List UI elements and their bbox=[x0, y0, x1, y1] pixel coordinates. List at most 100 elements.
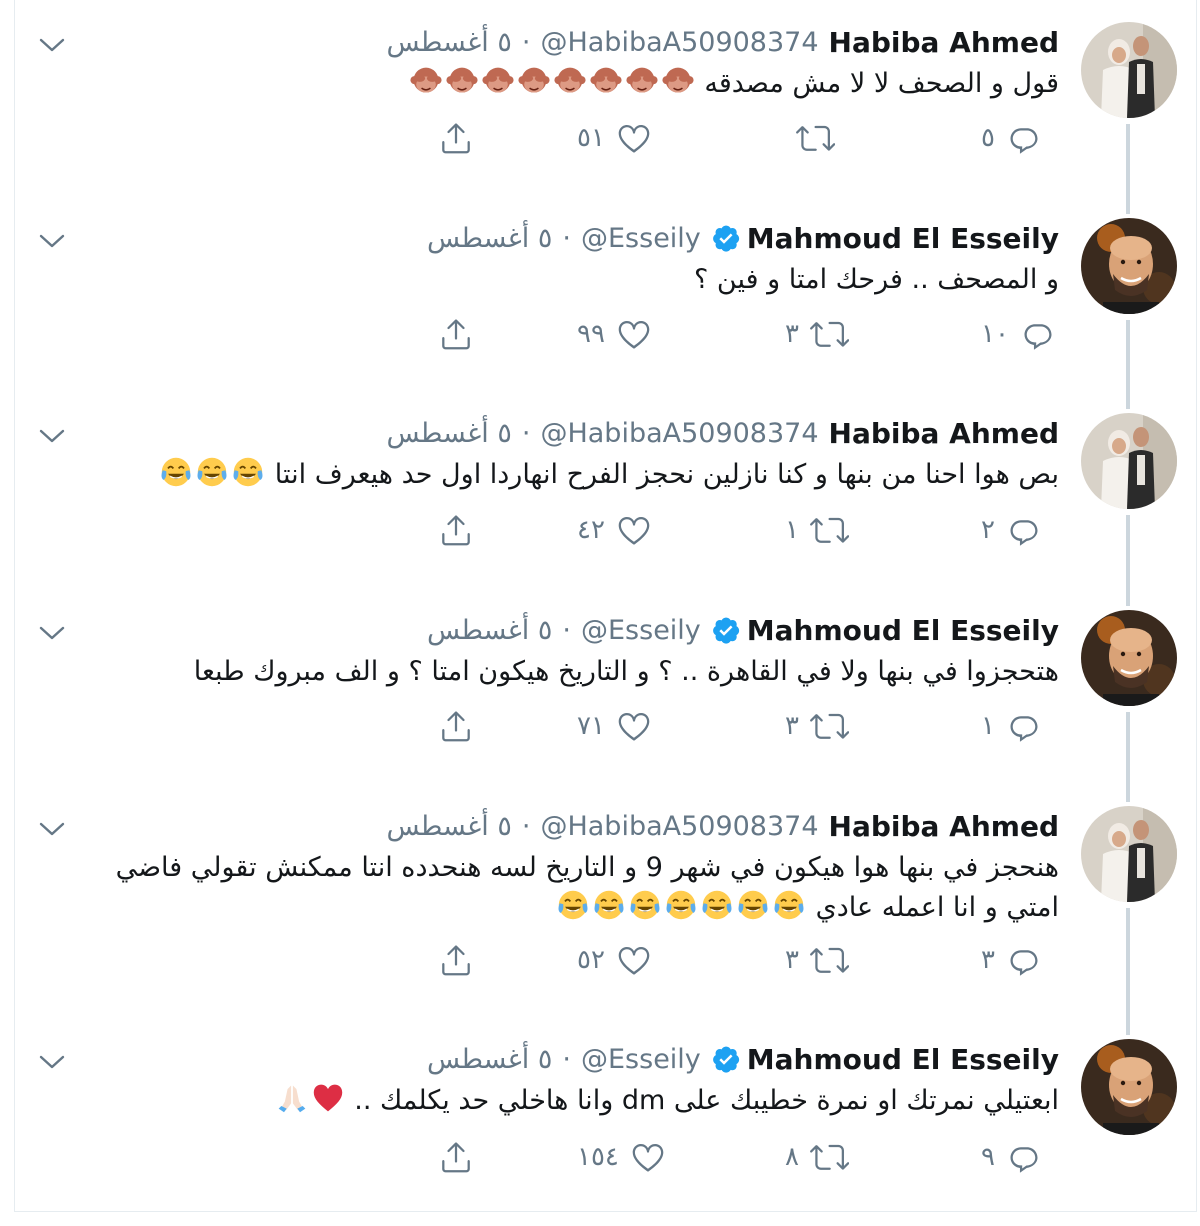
user-handle[interactable]: @Esseily bbox=[581, 615, 701, 646]
retweet-count: ١ bbox=[785, 515, 799, 545]
tears-of-joy-emoji bbox=[699, 890, 735, 923]
retweet-icon bbox=[809, 316, 849, 352]
share-button[interactable] bbox=[437, 510, 475, 550]
reply-button[interactable]: ٥ bbox=[981, 118, 1043, 158]
more-options-chevron-down-icon[interactable] bbox=[37, 421, 67, 451]
more-options-chevron-down-icon[interactable] bbox=[37, 618, 67, 648]
avatar-couple[interactable] bbox=[1081, 413, 1177, 509]
user-display-name[interactable]: Habiba Ahmed bbox=[829, 26, 1059, 59]
share-button[interactable] bbox=[437, 314, 475, 354]
tweet[interactable]: ٥ أغسطس · @HabibaA50908374 Habiba Ahmed بص ه… bbox=[15, 413, 1196, 554]
tweet-text: ابعتيلي نمرتك او نمرة خطيبك على dm وانا … bbox=[69, 1081, 1059, 1121]
see-no-evil-monkey-emoji bbox=[660, 67, 696, 99]
retweet-button[interactable]: ٣ bbox=[785, 940, 849, 980]
reply-button[interactable]: ٢ bbox=[981, 510, 1043, 550]
see-no-evil-monkey-emoji bbox=[444, 67, 480, 99]
tears-of-joy-emoji bbox=[735, 890, 771, 923]
user-handle[interactable]: @Esseily bbox=[581, 223, 701, 254]
retweet-icon bbox=[809, 1139, 849, 1175]
like-button[interactable]: ٤٢ bbox=[577, 510, 653, 550]
tears-of-joy-emoji bbox=[230, 457, 266, 490]
see-no-evil-monkey-emoji bbox=[480, 67, 516, 99]
retweet-button[interactable]: ٣ bbox=[785, 314, 849, 354]
like-button[interactable]: ٩٩ bbox=[577, 314, 653, 354]
like-button[interactable]: ١٥٤ bbox=[577, 1137, 667, 1177]
share-button[interactable] bbox=[437, 706, 475, 746]
tweet-date[interactable]: ٥ أغسطس bbox=[386, 418, 511, 449]
user-handle[interactable]: @HabibaA50908374 bbox=[540, 418, 818, 449]
avatar-man[interactable] bbox=[1081, 1039, 1177, 1135]
tears-of-joy-emoji bbox=[771, 890, 807, 923]
retweet-button[interactable]: ٨ bbox=[785, 1137, 849, 1177]
more-options-chevron-down-icon[interactable] bbox=[37, 30, 67, 60]
user-display-name[interactable]: Habiba Ahmed bbox=[829, 810, 1059, 843]
retweet-button[interactable]: ٣ bbox=[785, 706, 849, 746]
tweet[interactable]: ٥ أغسطس · @HabibaA50908374 Habiba Ahmed قول … bbox=[15, 22, 1196, 162]
user-handle[interactable]: @Esseily bbox=[581, 1044, 701, 1075]
avatar-man[interactable] bbox=[1081, 218, 1177, 314]
tweet[interactable]: ٥ أغسطس · @HabibaA50908374 Habiba Ahmed هنحج… bbox=[15, 806, 1196, 984]
tweet-date[interactable]: ٥ أغسطس bbox=[427, 223, 552, 254]
see-no-evil-monkey-emoji bbox=[624, 67, 660, 99]
tweet-actions: ٩ ٨ ١٥٤ bbox=[15, 1137, 1196, 1177]
reply-button[interactable]: ٣ bbox=[981, 940, 1043, 980]
reply-icon bbox=[1019, 316, 1057, 352]
like-count: ٤٢ bbox=[577, 515, 605, 545]
tweet[interactable]: ٥ أغسطس · @Esseily Mahmoud El Esseily ابعتيل… bbox=[15, 1039, 1196, 1181]
more-options-chevron-down-icon[interactable] bbox=[37, 814, 67, 844]
reply-button[interactable]: ١ bbox=[981, 706, 1043, 746]
like-count: ٩٩ bbox=[577, 319, 605, 349]
reply-button[interactable]: ٩ bbox=[981, 1137, 1043, 1177]
red-heart-emoji bbox=[310, 1084, 346, 1116]
tweet-date[interactable]: ٥ أغسطس bbox=[386, 811, 511, 842]
tweet[interactable]: ٥ أغسطس · @Esseily Mahmoud El Esseily و المص… bbox=[15, 218, 1196, 358]
avatar-couple[interactable] bbox=[1081, 806, 1177, 902]
tweet-date[interactable]: ٥ أغسطس bbox=[427, 1044, 552, 1075]
share-button[interactable] bbox=[437, 1137, 475, 1177]
tweet-header: ٥ أغسطس · @HabibaA50908374 Habiba Ahmed bbox=[386, 413, 1059, 453]
reply-button[interactable]: ١٠ bbox=[981, 314, 1057, 354]
tweet-actions: ٣ ٣ ٥٢ bbox=[15, 940, 1196, 980]
like-button[interactable]: ٥٢ bbox=[577, 940, 653, 980]
like-heart-icon bbox=[615, 708, 653, 744]
user-display-name[interactable]: Mahmoud El Esseily bbox=[747, 1043, 1059, 1076]
tweet-text-content: بص هوا احنا من بنها و كنا نازلين نحجز ال… bbox=[274, 459, 1059, 490]
reply-icon bbox=[1005, 512, 1043, 548]
user-handle[interactable]: @HabibaA50908374 bbox=[540, 27, 818, 58]
tweet-header: ٥ أغسطس · @Esseily Mahmoud El Esseily bbox=[427, 610, 1059, 650]
see-no-evil-monkey-emoji bbox=[552, 67, 588, 99]
reply-count: ٣ bbox=[981, 945, 995, 975]
retweet-count: ٣ bbox=[785, 711, 799, 741]
user-display-name[interactable]: Mahmoud El Esseily bbox=[747, 222, 1059, 255]
tweet-date[interactable]: ٥ أغسطس bbox=[427, 615, 552, 646]
reply-count: ٢ bbox=[981, 515, 995, 545]
more-options-chevron-down-icon[interactable] bbox=[37, 226, 67, 256]
share-button[interactable] bbox=[437, 118, 475, 158]
like-button[interactable]: ٥١ bbox=[577, 118, 653, 158]
user-handle[interactable]: @HabibaA50908374 bbox=[540, 811, 818, 842]
user-display-name[interactable]: Mahmoud El Esseily bbox=[747, 614, 1059, 647]
retweet-count: ٣ bbox=[785, 319, 799, 349]
avatar-couple[interactable] bbox=[1081, 22, 1177, 118]
tweet-emojis bbox=[555, 890, 807, 923]
tweet[interactable]: ٥ أغسطس · @Esseily Mahmoud El Esseily هتحجزو… bbox=[15, 610, 1196, 750]
tears-of-joy-emoji bbox=[555, 890, 591, 923]
timeline-left-border bbox=[14, 0, 15, 1212]
user-display-name[interactable]: Habiba Ahmed bbox=[829, 417, 1059, 450]
like-button[interactable]: ٧١ bbox=[577, 706, 653, 746]
tweet-date[interactable]: ٥ أغسطس bbox=[386, 27, 511, 58]
tweet-text-content: قول و الصحف لا لا مش مصدقه bbox=[704, 68, 1059, 99]
retweet-button[interactable]: ١ bbox=[785, 510, 849, 550]
tweet-text: هنحجز في بنها هوا هيكون في شهر 9 و التار… bbox=[69, 848, 1059, 928]
more-options-chevron-down-icon[interactable] bbox=[37, 1047, 67, 1077]
share-button[interactable] bbox=[437, 940, 475, 980]
verified-badge-icon bbox=[711, 223, 741, 253]
avatar-man[interactable] bbox=[1081, 610, 1177, 706]
retweet-button[interactable] bbox=[785, 118, 835, 158]
reply-count: ١٠ bbox=[981, 319, 1009, 349]
retweet-icon bbox=[809, 512, 849, 548]
tweet-emojis bbox=[274, 1084, 346, 1116]
tweet-text: قول و الصحف لا لا مش مصدقه bbox=[69, 64, 1059, 104]
see-no-evil-monkey-emoji bbox=[516, 67, 552, 99]
header-separator: · bbox=[521, 26, 531, 58]
